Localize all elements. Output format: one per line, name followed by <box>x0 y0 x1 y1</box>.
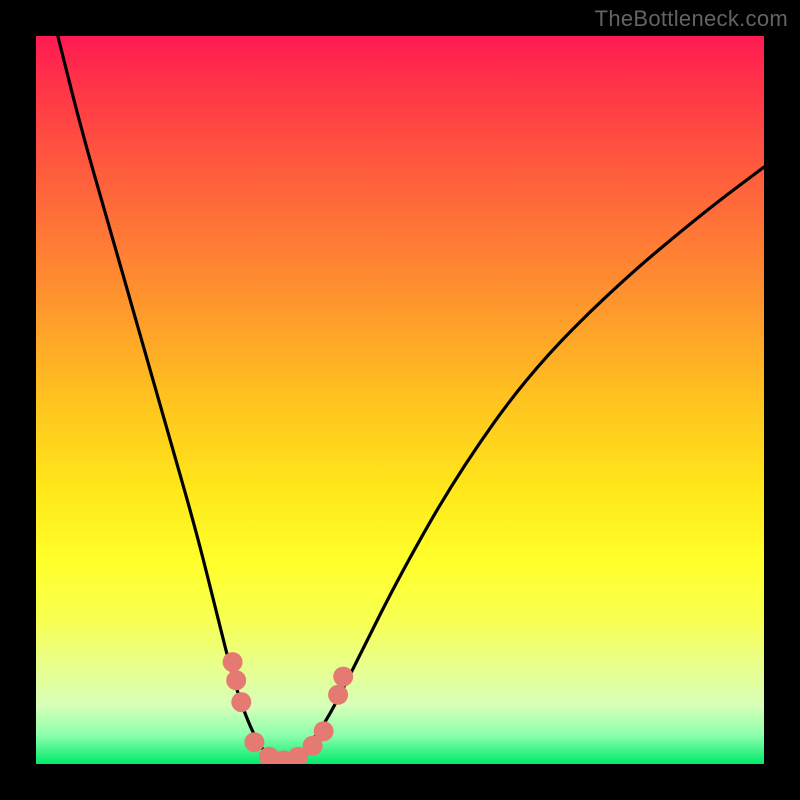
plot-area <box>36 36 764 764</box>
marker-dot <box>231 692 251 712</box>
marker-dot <box>226 670 246 690</box>
marker-dot <box>314 721 334 741</box>
marker-dot <box>244 732 264 752</box>
curve-group <box>58 36 764 764</box>
marker-dot <box>328 685 348 705</box>
chart-svg <box>36 36 764 764</box>
marker-dot <box>223 652 243 672</box>
marker-dot <box>333 667 353 687</box>
bottleneck-curve <box>58 36 764 764</box>
chart-frame: TheBottleneck.com <box>0 0 800 800</box>
watermark-text: TheBottleneck.com <box>595 6 788 32</box>
